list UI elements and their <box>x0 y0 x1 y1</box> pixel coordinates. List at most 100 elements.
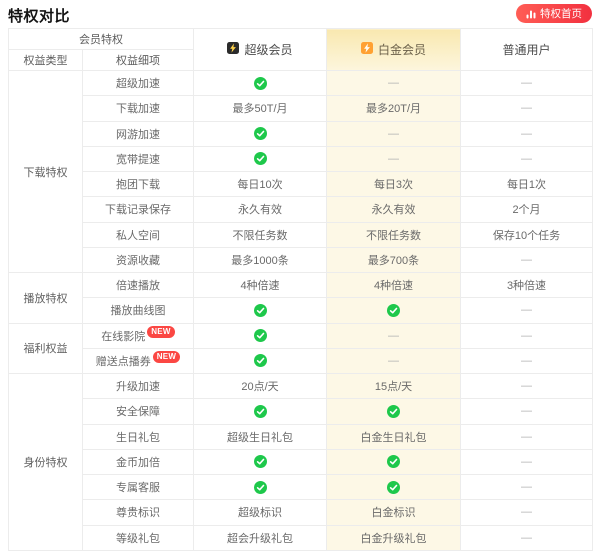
benefit-detail-label: 抱团下载 <box>116 179 160 192</box>
dash-placeholder: — <box>521 455 532 468</box>
benefit-detail-label: 网游加速 <box>116 128 160 141</box>
super-value-cell: 20点/天 <box>193 372 327 400</box>
check-icon <box>253 303 267 317</box>
new-badge: NEW <box>147 325 175 338</box>
benefit-detail-label: 安全保障 <box>116 406 160 419</box>
check-icon <box>253 455 267 469</box>
benefit-detail-label: 倍速播放 <box>116 280 160 293</box>
benefit-detail-label: 等级礼包 <box>116 532 160 545</box>
platinum-value-cell: — <box>326 69 461 97</box>
benefit-detail-header: 权益细项 <box>82 49 194 71</box>
super-value-cell <box>193 473 327 501</box>
check-icon <box>387 303 400 317</box>
normal-value-cell: 每日1次 <box>460 170 593 198</box>
dash-placeholder: — <box>521 354 532 367</box>
benefit-detail-label: 超级加速 <box>116 78 160 91</box>
platinum-value-cell <box>326 398 461 425</box>
table-row: 播放曲线图 — <box>9 297 593 324</box>
benefit-detail-cell: 超级加速 <box>82 69 194 97</box>
platinum-value-cell: — <box>326 347 461 375</box>
normal-value-cell: 2个月 <box>460 196 593 223</box>
normal-value-cell: — <box>460 347 593 375</box>
column-header-super-vip-label: 超级会员 <box>244 43 293 57</box>
privilege-home-button[interactable]: 特权首页 <box>516 4 592 23</box>
dash-placeholder: — <box>521 380 532 393</box>
platinum-value-cell: 最多20T/月 <box>326 95 461 122</box>
benefit-detail-cell: 生日礼包 <box>82 423 194 450</box>
dash-placeholder: — <box>521 127 532 140</box>
normal-value-cell: — <box>460 246 593 274</box>
super-value-cell: 不限任务数 <box>193 221 327 248</box>
platinum-value-cell: — <box>326 120 461 147</box>
benefit-detail-label: 升级加速 <box>116 381 160 394</box>
benefit-detail-label: 资源收藏 <box>116 254 160 267</box>
platinum-value-cell: 永久有效 <box>326 196 461 223</box>
super-value-cell <box>193 347 327 375</box>
table-row: 赠送点播券 NEW — — <box>9 347 593 375</box>
check-icon <box>253 404 267 418</box>
platinum-value-cell: 最多700条 <box>326 246 461 274</box>
benefit-detail-cell: 安全保障 <box>82 398 194 425</box>
column-header-platinum-vip-label: 白金会员 <box>377 43 426 57</box>
benefit-detail-label: 播放曲线图 <box>110 305 166 318</box>
benefit-detail-cell: 网游加速 <box>82 120 194 147</box>
benefit-detail-cell: 下载加速 <box>82 95 194 122</box>
benefit-detail-cell: 在线影院 NEW <box>82 322 194 349</box>
check-icon <box>253 354 267 368</box>
check-icon <box>253 76 267 90</box>
benefit-detail-cell: 播放曲线图 <box>82 297 194 324</box>
privilege-home-button-label: 特权首页 <box>540 8 582 20</box>
benefit-detail-cell: 赠送点播券 NEW <box>82 347 194 375</box>
bar-chart-icon <box>526 9 536 19</box>
column-header-super-vip: 超级会员 <box>193 28 327 71</box>
dash-placeholder: — <box>388 329 399 342</box>
benefit-detail-label: 金币加倍 <box>116 456 160 469</box>
benefit-detail-cell: 尊贵标识 <box>82 499 194 526</box>
check-icon <box>253 329 267 343</box>
super-value-cell: 每日10次 <box>193 170 327 198</box>
benefit-detail-label: 在线影院 <box>101 330 146 343</box>
benefit-detail-cell: 等级礼包 <box>82 524 194 551</box>
benefit-detail-label: 尊贵标识 <box>116 507 160 520</box>
benefit-detail-label: 生日礼包 <box>116 431 160 444</box>
super-value-cell: 4种倍速 <box>193 271 327 299</box>
platinum-value-cell: 白金升级礼包 <box>326 524 461 551</box>
normal-value-cell: 保存10个任务 <box>460 221 593 248</box>
table-row: 资源收藏 最多1000条 最多700条 — <box>9 246 593 274</box>
table-row: 等级礼包 超会升级礼包 白金升级礼包 — <box>9 524 593 551</box>
normal-value-cell: — <box>460 499 593 526</box>
benefit-type-cell: 福利权益 <box>8 322 83 374</box>
benefit-detail-label: 赠送点播券 <box>95 355 151 368</box>
table-row: 福利权益 在线影院 NEW — — <box>8 322 593 374</box>
super-value-cell <box>193 297 327 324</box>
benefit-detail-cell: 下载记录保存 <box>82 196 194 223</box>
check-icon <box>387 480 400 494</box>
super-value-cell: 超级生日礼包 <box>193 423 327 450</box>
super-value-cell: 永久有效 <box>193 196 327 223</box>
normal-value-cell: — <box>460 95 593 122</box>
super-value-cell: 超级标识 <box>193 499 327 526</box>
table-row: 下载特权 超级加速 — — <box>8 69 593 273</box>
table-row: 宽带提速 — — <box>9 145 593 173</box>
normal-value-cell: 3种倍速 <box>460 271 593 299</box>
platinum-value-cell: — <box>326 322 461 349</box>
dash-placeholder: — <box>521 253 532 266</box>
normal-value-cell: — <box>460 322 593 349</box>
table-row: 下载记录保存 永久有效 永久有效 2个月 <box>9 196 593 223</box>
benefit-detail-cell: 升级加速 <box>82 372 194 400</box>
dash-placeholder: — <box>521 329 532 342</box>
check-icon <box>253 152 267 166</box>
check-icon <box>253 127 267 141</box>
page-title: 特权对比 <box>8 8 71 25</box>
benefit-type-cell: 身份特权 <box>8 373 83 551</box>
benefit-detail-label: 私人空间 <box>116 229 160 242</box>
normal-value-cell: — <box>460 524 593 551</box>
platinum-value-cell: 4种倍速 <box>326 271 461 299</box>
super-value-cell <box>193 69 327 97</box>
benefit-detail-cell: 宽带提速 <box>82 145 194 173</box>
table-row: 身份特权 升级加速 20点/天 15点/天 — <box>8 372 593 551</box>
table-row: 尊贵标识 超级标识 白金标识 — <box>9 499 593 526</box>
platinum-value-cell: — <box>326 145 461 173</box>
privilege-compare-table: 会员特权 超级会员 白金会员 普通用户 权益类型 权益细项 下载特权 超级加速 … <box>8 28 593 551</box>
super-value-cell: 最多1000条 <box>193 246 327 274</box>
